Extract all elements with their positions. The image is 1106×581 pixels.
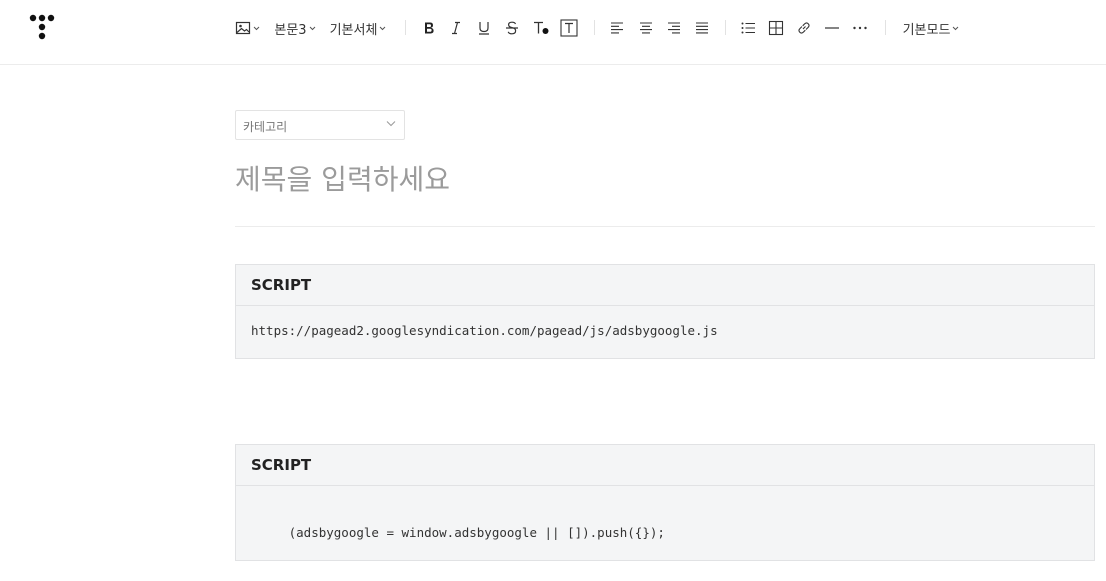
font-family-dropdown[interactable]: 기본서체 bbox=[329, 17, 387, 39]
strikethrough-icon bbox=[506, 21, 518, 35]
toolbar-divider bbox=[885, 20, 886, 35]
bullet-list-icon bbox=[741, 22, 755, 34]
bold-icon bbox=[425, 22, 434, 34]
table-icon bbox=[768, 20, 784, 36]
chevron-down-icon bbox=[953, 26, 959, 30]
script-block-code[interactable]: (adsbygoogle = window.adsbygoogle || [])… bbox=[236, 486, 1094, 540]
font-family-label: 기본서체 bbox=[329, 22, 378, 38]
insert-table-button[interactable] bbox=[766, 17, 786, 39]
category-label: 카테고리 bbox=[243, 120, 288, 134]
script-block[interactable]: SCRIPT (adsbygoogle = window.adsbygoogle… bbox=[235, 444, 1095, 561]
underline-button[interactable] bbox=[474, 17, 494, 39]
editor-mode-dropdown[interactable]: 기본모드 bbox=[901, 17, 961, 39]
editor-mode-label: 기본모드 bbox=[902, 22, 951, 38]
more-options-button[interactable] bbox=[850, 17, 870, 39]
text-color-icon bbox=[534, 21, 549, 34]
align-center-button[interactable] bbox=[636, 17, 656, 39]
link-icon bbox=[798, 22, 810, 34]
horizontal-line-button[interactable] bbox=[822, 17, 842, 39]
toolbar-divider bbox=[725, 20, 726, 35]
chevron-down-icon bbox=[386, 121, 396, 127]
text-color-button[interactable] bbox=[530, 17, 552, 39]
insert-image-button[interactable] bbox=[233, 17, 261, 39]
italic-button[interactable] bbox=[446, 17, 466, 39]
category-select[interactable]: 카테고리 bbox=[235, 110, 405, 140]
strikethrough-button[interactable] bbox=[502, 17, 522, 39]
align-justify-button[interactable] bbox=[692, 17, 712, 39]
script-block-title: SCRIPT bbox=[251, 456, 312, 474]
title-divider bbox=[235, 226, 1095, 227]
text-background-button[interactable] bbox=[559, 17, 579, 39]
align-right-button[interactable] bbox=[664, 17, 684, 39]
script-block[interactable]: SCRIPT https://pagead2.googlesyndication… bbox=[235, 264, 1095, 359]
paragraph-style-dropdown[interactable]: 본문3 bbox=[274, 17, 316, 39]
script-block-header: SCRIPT bbox=[236, 445, 1094, 486]
more-horizontal-icon bbox=[853, 26, 867, 30]
bold-button[interactable] bbox=[419, 17, 439, 39]
align-center-icon bbox=[640, 22, 652, 34]
tistory-logo-icon[interactable] bbox=[29, 14, 55, 42]
align-left-button[interactable] bbox=[607, 17, 627, 39]
title-input[interactable] bbox=[235, 158, 1095, 200]
editor-toolbar: 본문3 기본서체 기본모드 bbox=[0, 0, 1106, 65]
align-justify-icon bbox=[696, 22, 708, 34]
chevron-down-icon bbox=[380, 26, 386, 30]
align-left-icon bbox=[611, 22, 623, 34]
align-right-icon bbox=[668, 22, 680, 34]
chevron-down-icon bbox=[309, 26, 315, 30]
toolbar-divider bbox=[405, 20, 406, 35]
bullet-list-button[interactable] bbox=[738, 17, 758, 39]
image-icon bbox=[235, 21, 250, 35]
script-block-header: SCRIPT bbox=[236, 265, 1094, 306]
underline-icon bbox=[479, 22, 489, 35]
paragraph-style-label: 본문3 bbox=[274, 22, 307, 38]
text-background-icon bbox=[560, 19, 578, 37]
horizontal-line-icon bbox=[825, 27, 839, 29]
chevron-down-icon bbox=[253, 26, 259, 30]
italic-icon bbox=[452, 21, 460, 35]
script-block-code[interactable]: https://pagead2.googlesyndication.com/pa… bbox=[236, 306, 1094, 338]
script-block-title: SCRIPT bbox=[251, 276, 312, 294]
toolbar-divider bbox=[594, 20, 595, 35]
insert-link-button[interactable] bbox=[794, 17, 814, 39]
